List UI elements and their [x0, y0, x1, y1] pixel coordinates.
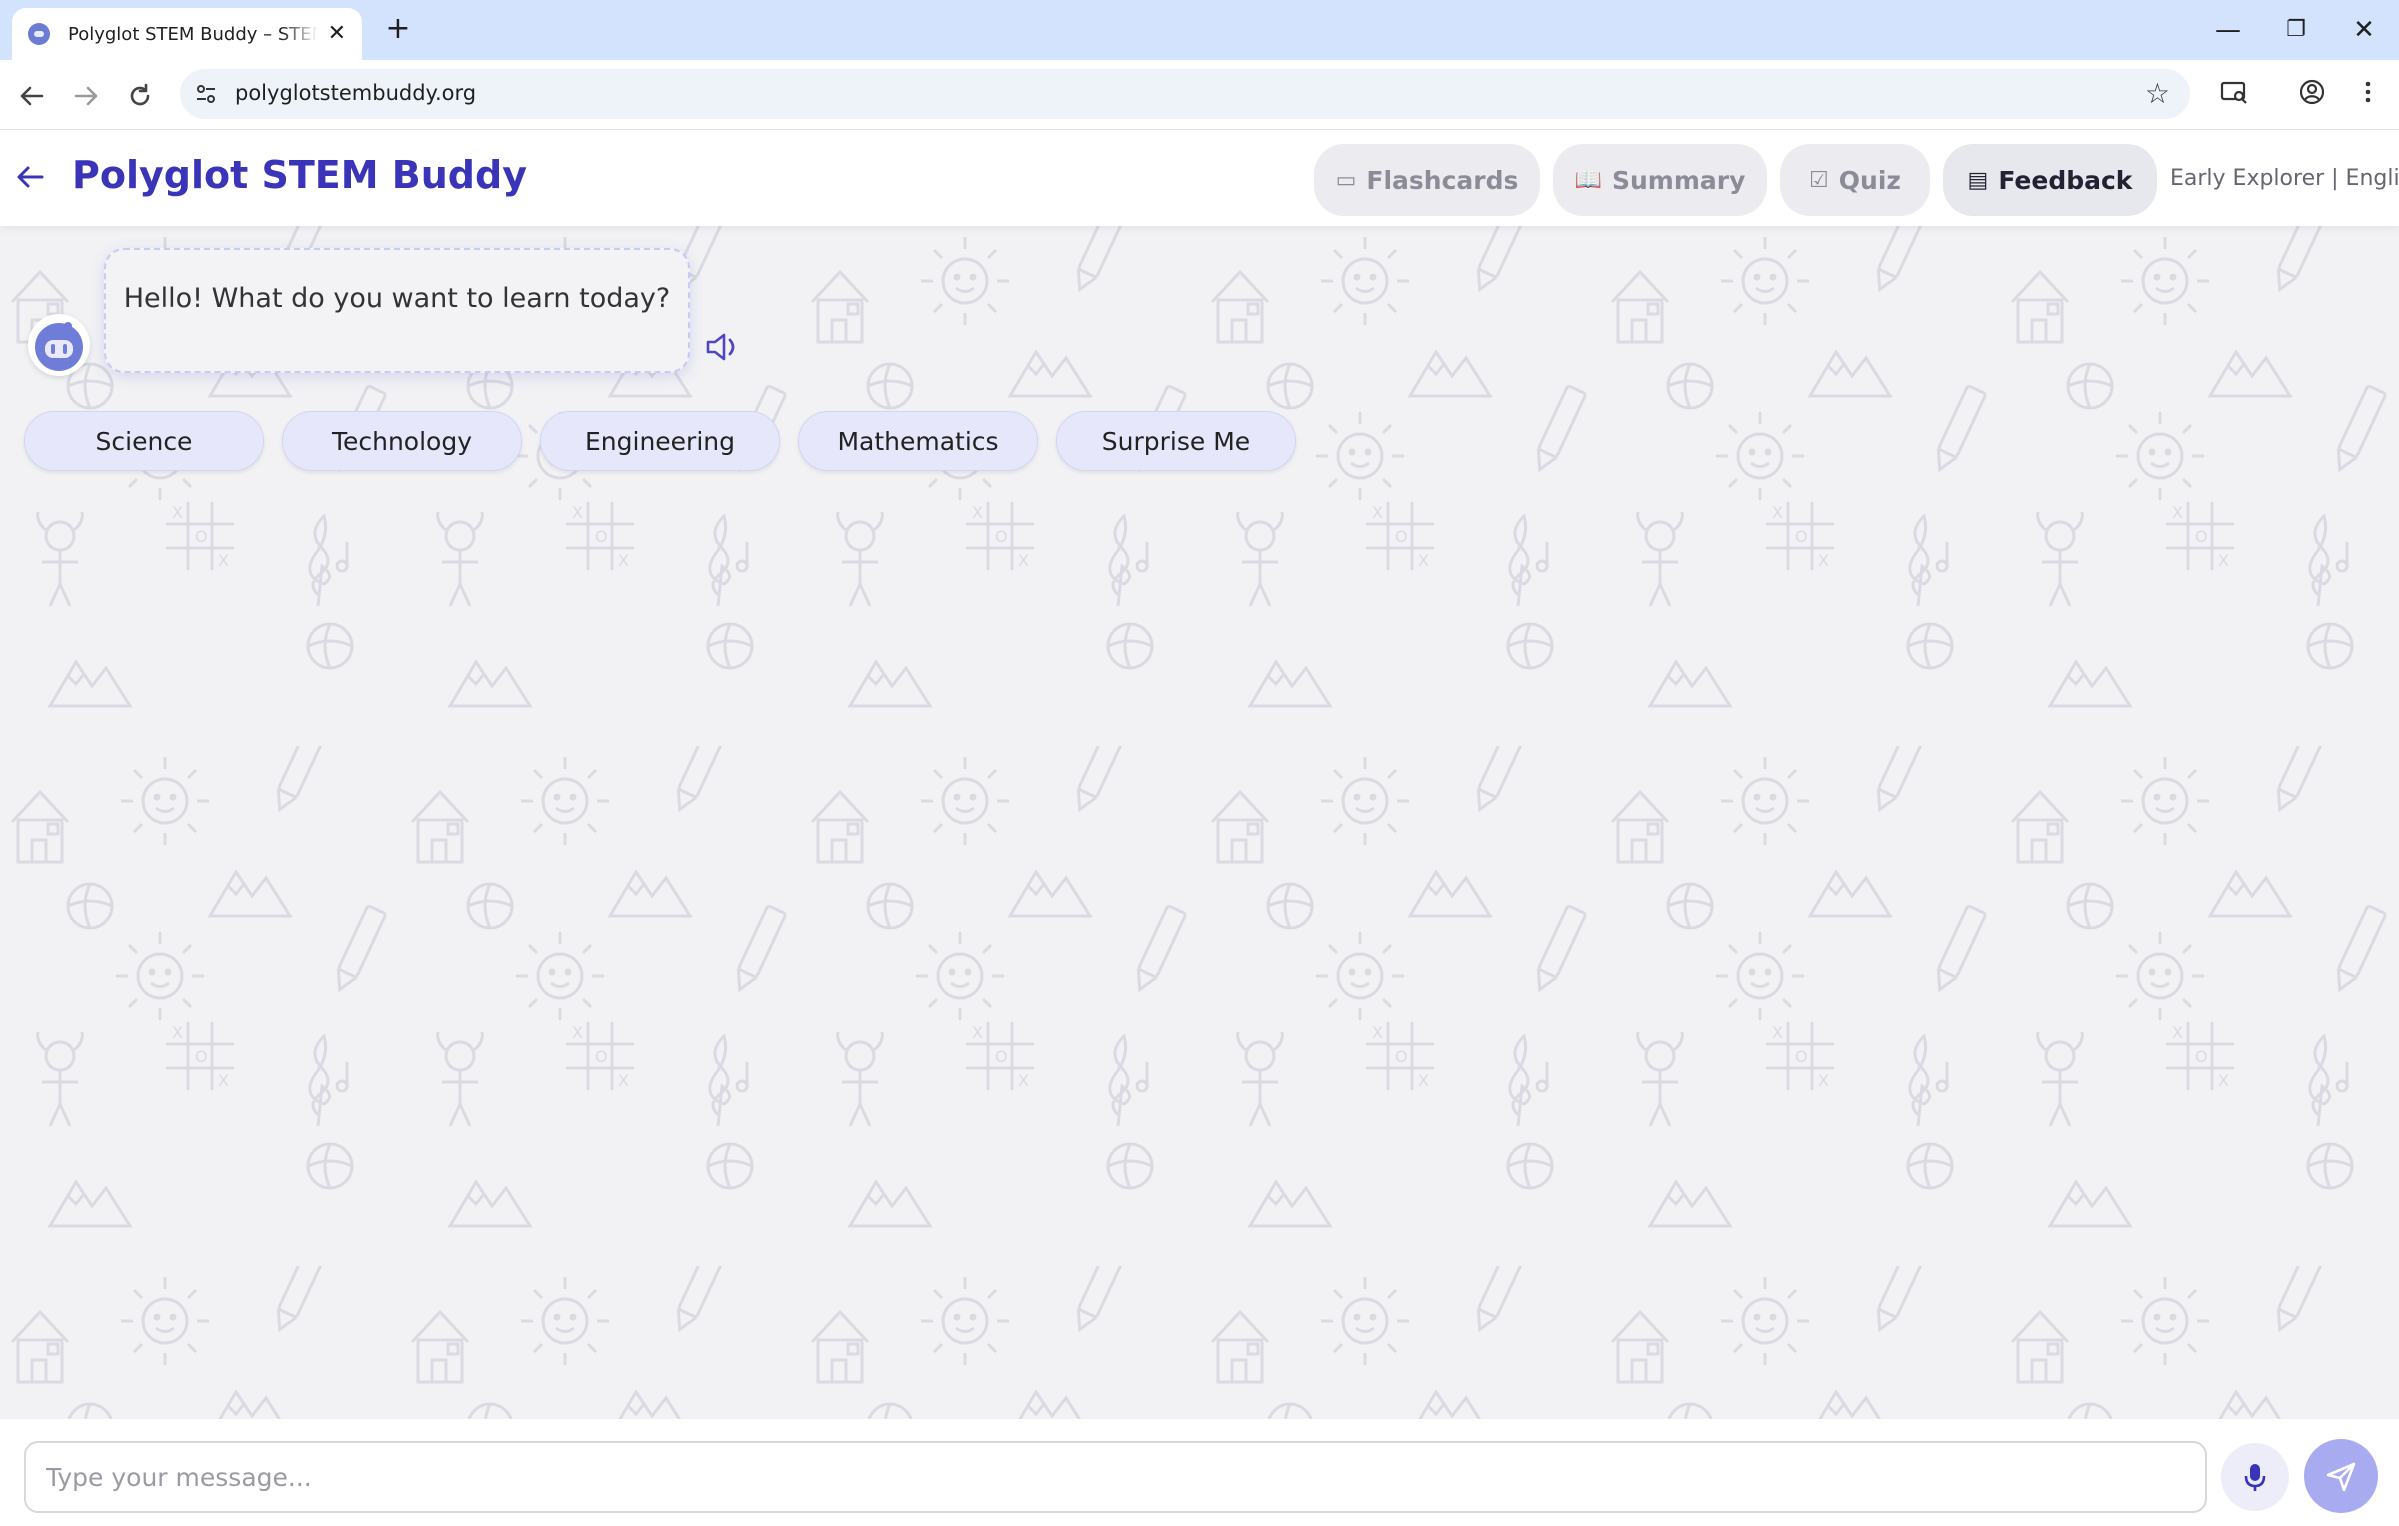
back-arrow-icon[interactable]: [12, 159, 48, 195]
browser-menu-icon[interactable]: [2348, 76, 2388, 116]
send-button[interactable]: [2304, 1439, 2378, 1513]
speaker-icon[interactable]: [702, 327, 742, 367]
level-language-indicator[interactable]: Early Explorer | English: [2170, 166, 2399, 191]
back-icon[interactable]: [12, 76, 52, 116]
window-close-icon[interactable]: ✕: [2344, 10, 2384, 50]
flashcards-button[interactable]: ▭ Flashcards: [1314, 144, 1540, 216]
tab-title: Polyglot STEM Buddy – STEM le: [68, 23, 318, 45]
forward-icon[interactable]: [66, 76, 106, 116]
robot-icon: [35, 322, 83, 371]
summary-label: Summary: [1612, 165, 1746, 195]
app-title: Polyglot STEM Buddy: [72, 153, 527, 197]
microphone-button[interactable]: [2221, 1443, 2289, 1511]
profile-icon[interactable]: [2292, 76, 2332, 116]
feedback-button[interactable]: ▤ Feedback: [1943, 144, 2157, 216]
clipboard-icon: ☑: [1809, 167, 1829, 193]
address-bar[interactable]: polyglotstembuddy.org ☆: [180, 69, 2190, 119]
microphone-icon: [2244, 1464, 2266, 1491]
cards-icon: ▭: [1335, 167, 1357, 193]
browser-toolbar: polyglotstembuddy.org ☆: [0, 60, 2399, 130]
restore-icon[interactable]: ❐: [2276, 10, 2316, 50]
new-tab-button[interactable]: +: [380, 12, 416, 48]
bot-greeting-bubble: Hello! What do you want to learn today?: [104, 248, 690, 373]
quiz-label: Quiz: [1838, 165, 1901, 195]
feedback-label: Feedback: [1998, 165, 2133, 195]
url-text: polyglotstembuddy.org: [235, 81, 477, 105]
robot-favicon-icon: [28, 23, 50, 45]
summary-button[interactable]: 📖 Summary: [1553, 144, 1767, 216]
message-input[interactable]: [24, 1441, 2207, 1513]
browser-tab[interactable]: Polyglot STEM Buddy – STEM le ✕: [12, 8, 362, 60]
topic-buttons: Science Technology Engineering Mathemati…: [24, 411, 1296, 471]
topic-engineering-button[interactable]: Engineering: [540, 411, 780, 471]
browser-tab-bar: Polyglot STEM Buddy – STEM le ✕ + — ❐ ✕: [0, 0, 2399, 60]
bookmark-star-icon[interactable]: ☆: [2145, 77, 2170, 110]
tab-close-icon[interactable]: ✕: [328, 23, 346, 45]
app-viewport: X O X: [0, 131, 2399, 1526]
feedback-icon: ▤: [1967, 167, 1989, 193]
flashcards-label: Flashcards: [1366, 165, 1519, 195]
greeting-text: Hello! What do you want to learn today?: [123, 283, 671, 314]
app-header: Polyglot STEM Buddy ▭ Flashcards 📖 Summa…: [0, 131, 2399, 226]
reload-icon[interactable]: [120, 76, 160, 116]
topic-technology-button[interactable]: Technology: [282, 411, 522, 471]
site-settings-icon[interactable]: [194, 82, 218, 106]
bot-avatar: [28, 314, 90, 376]
send-icon: [2326, 1462, 2356, 1492]
doodle-background: X O X: [0, 226, 2399, 1426]
topic-mathematics-button[interactable]: Mathematics: [798, 411, 1038, 471]
topic-surprise-me-button[interactable]: Surprise Me: [1056, 411, 1296, 471]
book-icon: 📖: [1574, 167, 1602, 193]
cast-search-icon[interactable]: [2214, 76, 2254, 116]
message-composer: [0, 1419, 2399, 1526]
topic-science-button[interactable]: Science: [24, 411, 264, 471]
minimize-icon[interactable]: —: [2208, 10, 2248, 50]
quiz-button[interactable]: ☑ Quiz: [1780, 144, 1930, 216]
